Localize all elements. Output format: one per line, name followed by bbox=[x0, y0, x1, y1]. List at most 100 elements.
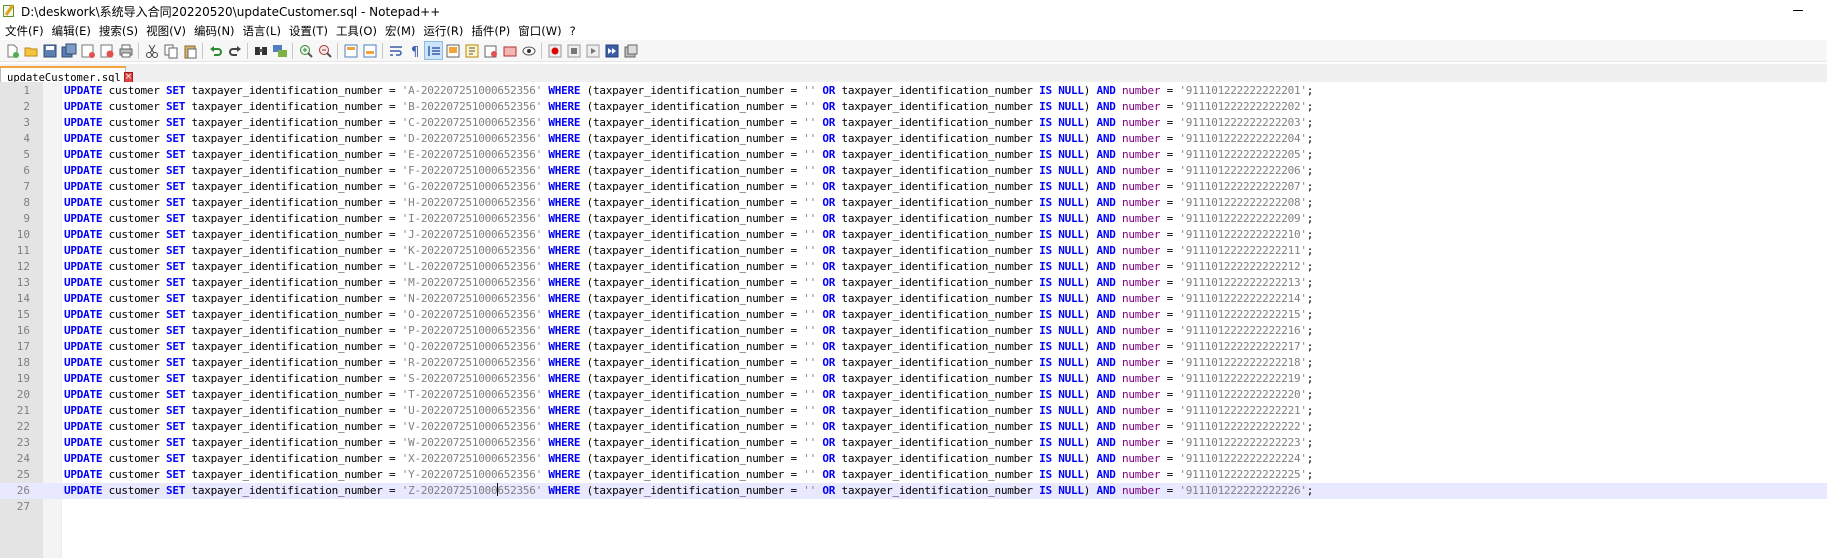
menu-item[interactable]: 插件(P) bbox=[469, 23, 516, 39]
sync-horizontal-button[interactable] bbox=[360, 41, 379, 60]
menu-item[interactable]: 窗口(W) bbox=[516, 23, 567, 39]
menu-item[interactable]: 视图(V) bbox=[144, 23, 192, 39]
menu-item[interactable]: 工具(O) bbox=[334, 23, 383, 39]
code-line[interactable]: 25 UPDATE customer SET taxpayer_identific… bbox=[0, 467, 1827, 483]
line-number: 21 bbox=[16, 404, 30, 417]
code-line[interactable]: 20 UPDATE customer SET taxpayer_identific… bbox=[0, 387, 1827, 403]
redo-button[interactable] bbox=[225, 41, 244, 60]
save-button[interactable] bbox=[40, 41, 59, 60]
record-macro-button[interactable] bbox=[545, 41, 564, 60]
line-number: 14 bbox=[16, 292, 30, 305]
code-line[interactable]: 14 UPDATE customer SET taxpayer_identific… bbox=[0, 291, 1827, 307]
code-line[interactable]: 6 UPDATE customer SET taxpayer_identifica… bbox=[0, 163, 1827, 179]
sql-statement: UPDATE customer SET taxpayer_identificat… bbox=[64, 212, 1314, 225]
new-file-button[interactable] bbox=[2, 41, 21, 60]
copy-button[interactable] bbox=[161, 41, 180, 60]
replace-button[interactable] bbox=[270, 41, 289, 60]
sql-statement: UPDATE customer SET taxpayer_identificat… bbox=[64, 308, 1314, 321]
editor[interactable]: 1 UPDATE customer SET taxpayer_identifica… bbox=[0, 82, 1827, 558]
sql-statement: UPDATE customer SET taxpayer_identificat… bbox=[64, 100, 1314, 113]
undo-button[interactable] bbox=[206, 41, 225, 60]
close-all-icon bbox=[100, 44, 113, 57]
code-line[interactable]: 16 UPDATE customer SET taxpayer_identific… bbox=[0, 323, 1827, 339]
code-line[interactable]: 12 UPDATE customer SET taxpayer_identific… bbox=[0, 259, 1827, 275]
code-line[interactable]: 1 UPDATE customer SET taxpayer_identifica… bbox=[0, 83, 1827, 99]
sql-statement: UPDATE customer SET taxpayer_identificat… bbox=[64, 483, 1314, 497]
svg-text:¶: ¶ bbox=[411, 45, 419, 59]
code-line[interactable]: 2 UPDATE customer SET taxpayer_identifica… bbox=[0, 99, 1827, 115]
play-macro-button[interactable] bbox=[583, 41, 602, 60]
code-line[interactable]: 27 bbox=[0, 499, 1827, 515]
cut-button[interactable] bbox=[142, 41, 161, 60]
code-line[interactable]: 23 UPDATE customer SET taxpayer_identific… bbox=[0, 435, 1827, 451]
code-line[interactable]: 15 UPDATE customer SET taxpayer_identific… bbox=[0, 307, 1827, 323]
code-line[interactable]: 8 UPDATE customer SET taxpayer_identifica… bbox=[0, 195, 1827, 211]
minimize-button[interactable] bbox=[1791, 3, 1805, 17]
sync-vertical-button[interactable] bbox=[341, 41, 360, 60]
menu-item[interactable]: 设置(T) bbox=[287, 23, 334, 39]
line-number: 2 bbox=[23, 100, 30, 113]
run-macro-multiple-icon bbox=[605, 44, 618, 57]
paste-button[interactable] bbox=[180, 41, 199, 60]
zoom-in-button[interactable] bbox=[296, 41, 315, 60]
toolbar-separator bbox=[292, 42, 293, 59]
menu-item[interactable]: 编码(N) bbox=[192, 23, 241, 39]
document-map-button[interactable] bbox=[443, 41, 462, 60]
code-line[interactable]: 18 UPDATE customer SET taxpayer_identific… bbox=[0, 355, 1827, 371]
show-all-characters-button[interactable]: ¶ bbox=[405, 41, 424, 60]
line-number: 6 bbox=[23, 164, 30, 177]
sql-statement: UPDATE customer SET taxpayer_identificat… bbox=[64, 292, 1314, 305]
code-line[interactable]: 24 UPDATE customer SET taxpayer_identific… bbox=[0, 451, 1827, 467]
show-all-characters-icon: ¶ bbox=[411, 45, 419, 59]
menu-item[interactable]: 编辑(E) bbox=[50, 23, 97, 39]
document-map-icon bbox=[446, 44, 459, 57]
menu-item[interactable]: ? bbox=[568, 24, 582, 38]
code-line[interactable]: 5 UPDATE customer SET taxpayer_identifica… bbox=[0, 147, 1827, 163]
zoom-out-button[interactable] bbox=[315, 41, 334, 60]
menu-item[interactable]: 语言(L) bbox=[241, 23, 287, 39]
code-line[interactable]: 19 UPDATE customer SET taxpayer_identific… bbox=[0, 371, 1827, 387]
close-all-button[interactable] bbox=[97, 41, 116, 60]
sql-statement: UPDATE customer SET taxpayer_identificat… bbox=[64, 116, 1314, 129]
code-line[interactable]: 9 UPDATE customer SET taxpayer_identifica… bbox=[0, 211, 1827, 227]
code-line[interactable]: 13 UPDATE customer SET taxpayer_identific… bbox=[0, 275, 1827, 291]
function-list-button[interactable] bbox=[462, 41, 481, 60]
menu-item[interactable]: 宏(M) bbox=[383, 23, 421, 39]
run-macro-multiple-button[interactable] bbox=[602, 41, 621, 60]
save-all-button[interactable] bbox=[59, 41, 78, 60]
code-line[interactable]: 21 UPDATE customer SET taxpayer_identific… bbox=[0, 403, 1827, 419]
find-button[interactable] bbox=[251, 41, 270, 60]
code-line[interactable]: 17 UPDATE customer SET taxpayer_identific… bbox=[0, 339, 1827, 355]
menu-item[interactable]: 运行(R) bbox=[421, 23, 469, 39]
menu-item[interactable]: 搜索(S) bbox=[97, 23, 144, 39]
sql-statement: UPDATE customer SET taxpayer_identificat… bbox=[64, 420, 1314, 433]
document-list-button[interactable] bbox=[500, 41, 519, 60]
new-file-icon bbox=[7, 44, 19, 58]
line-number: 23 bbox=[16, 436, 30, 449]
monitoring-button[interactable] bbox=[519, 41, 538, 60]
code-line[interactable]: 26 UPDATE customer SET taxpayer_identific… bbox=[0, 483, 1827, 499]
word-wrap-button[interactable] bbox=[386, 41, 405, 60]
code-line[interactable]: 22 UPDATE customer SET taxpayer_identific… bbox=[0, 419, 1827, 435]
open-file-button[interactable] bbox=[21, 41, 40, 60]
line-number: 13 bbox=[16, 276, 30, 289]
save-macro-button[interactable] bbox=[621, 41, 640, 60]
line-number: 10 bbox=[16, 228, 30, 241]
code-line[interactable]: 4 UPDATE customer SET taxpayer_identifica… bbox=[0, 131, 1827, 147]
print-button[interactable] bbox=[116, 41, 135, 60]
close-button[interactable] bbox=[78, 41, 97, 60]
code-lines[interactable]: 1 UPDATE customer SET taxpayer_identifica… bbox=[0, 83, 1827, 515]
indent-guide-button[interactable] bbox=[424, 41, 443, 60]
line-number: 20 bbox=[16, 388, 30, 401]
code-line[interactable]: 7 UPDATE customer SET taxpayer_identifica… bbox=[0, 179, 1827, 195]
stop-macro-button[interactable] bbox=[564, 41, 583, 60]
sql-statement: UPDATE customer SET taxpayer_identificat… bbox=[64, 436, 1314, 449]
sync-horizontal-icon bbox=[363, 44, 376, 57]
redo-icon bbox=[228, 45, 241, 56]
folder-as-workspace-button[interactable] bbox=[481, 41, 500, 60]
sql-statement: UPDATE customer SET taxpayer_identificat… bbox=[64, 260, 1314, 273]
code-line[interactable]: 10 UPDATE customer SET taxpayer_identific… bbox=[0, 227, 1827, 243]
menu-item[interactable]: 文件(F) bbox=[3, 23, 50, 39]
code-line[interactable]: 11 UPDATE customer SET taxpayer_identific… bbox=[0, 243, 1827, 259]
code-line[interactable]: 3 UPDATE customer SET taxpayer_identifica… bbox=[0, 115, 1827, 131]
